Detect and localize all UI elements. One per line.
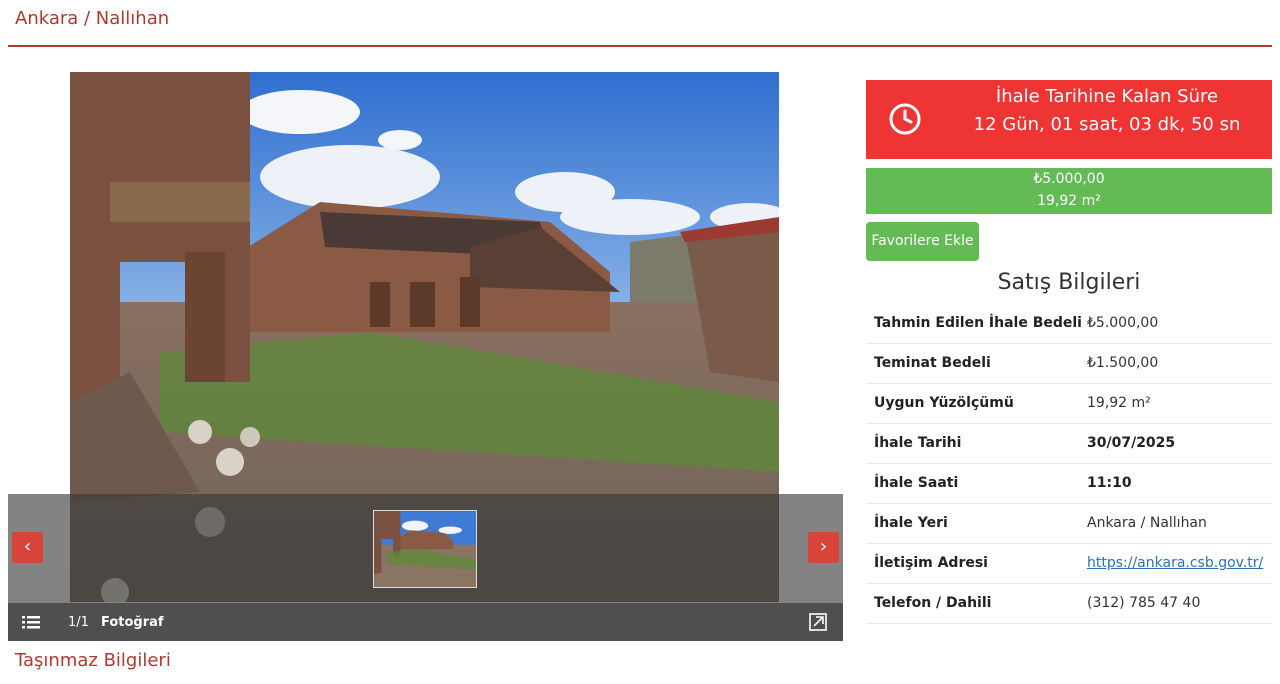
estimated-price-label: Tahmin Edilen İhale Bedeli	[874, 315, 1082, 331]
auction-date-value: 30/07/2025	[1087, 435, 1176, 451]
table-row: Tahmin Edilen İhale Bedeli ₺5.000,00	[866, 304, 1272, 344]
thumbnail-1[interactable]	[373, 510, 477, 588]
countdown-title: İhale Tarihine Kalan Süre	[995, 86, 1219, 107]
clock-icon	[889, 103, 921, 135]
auction-time-label: İhale Saati	[874, 475, 959, 491]
phone-value: (312) 785 47 40	[1087, 595, 1201, 611]
auction-place-value: Ankara / Nallıhan	[1087, 515, 1207, 531]
contact-address-link[interactable]: https://ankara.csb.gov.tr/	[1087, 555, 1263, 571]
gallery-toolbar: 1/1 Fotoğraf	[8, 603, 843, 641]
price-area: 19,92 m²	[1037, 193, 1101, 209]
page-title: Ankara / Nallıhan	[15, 8, 170, 29]
table-row: Teminat Bedeli ₺1.500,00	[866, 344, 1272, 384]
next-photo-button[interactable]: ›	[808, 532, 839, 563]
phone-label: Telefon / Dahili	[874, 595, 992, 611]
list-icon[interactable]	[22, 614, 40, 630]
deposit-value: ₺1.500,00	[1087, 355, 1159, 371]
sales-info-table: Tahmin Edilen İhale Bedeli ₺5.000,00 Tem…	[866, 304, 1272, 624]
title-divider	[8, 45, 1272, 47]
table-row: Telefon / Dahili (312) 785 47 40	[866, 584, 1272, 624]
price-amount: ₺5.000,00	[1033, 171, 1105, 187]
price-summary: ₺5.000,00 19,92 m²	[866, 168, 1272, 214]
thumbnail-strip	[8, 494, 843, 603]
auction-date-label: İhale Tarihi	[874, 435, 962, 451]
thumbnail-image	[374, 511, 476, 587]
fullscreen-icon[interactable]	[809, 613, 827, 631]
auction-place-label: İhale Yeri	[874, 515, 948, 531]
table-row: Uygun Yüzölçümü 19,92 m²	[866, 384, 1272, 424]
previous-photo-button[interactable]: ‹	[12, 532, 43, 563]
table-row: İhale Yeri Ankara / Nallıhan	[866, 504, 1272, 544]
photo-counter: 1/1	[68, 615, 89, 630]
add-to-favorites-button[interactable]: Favorilere Ekle	[866, 222, 979, 261]
table-row: İhale Saati 11:10	[866, 464, 1272, 504]
contact-address-label: İletişim Adresi	[874, 555, 988, 571]
auction-countdown: İhale Tarihine Kalan Süre 12 Gün, 01 saa…	[866, 80, 1272, 159]
photo-gallery: ‹ › 1/1 Fotoğraf	[8, 72, 843, 641]
sales-info-heading: Satış Bilgileri	[997, 270, 1141, 295]
countdown-time: 12 Gün, 01 saat, 03 dk, 50 sn	[973, 114, 1241, 135]
area-value: 19,92 m²	[1087, 395, 1151, 411]
estimated-price-value: ₺5.000,00	[1087, 315, 1159, 331]
deposit-label: Teminat Bedeli	[874, 355, 991, 371]
property-info-heading: Taşınmaz Bilgileri	[15, 650, 171, 671]
area-label: Uygun Yüzölçümü	[874, 395, 1014, 411]
table-row: İletişim Adresi https://ankara.csb.gov.t…	[866, 544, 1272, 584]
auction-time-value: 11:10	[1087, 475, 1132, 491]
photo-label: Fotoğraf	[101, 615, 164, 630]
table-row: İhale Tarihi 30/07/2025	[866, 424, 1272, 464]
